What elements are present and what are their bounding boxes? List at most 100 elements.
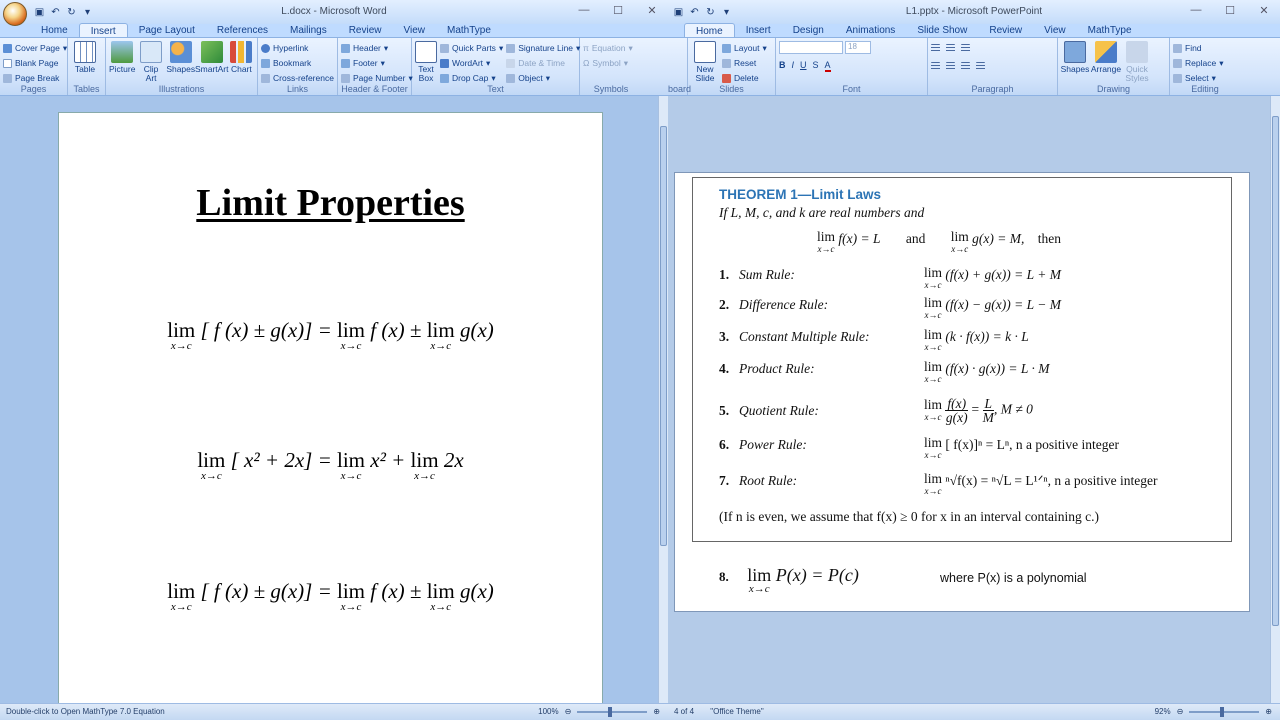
tab-view[interactable]: View bbox=[1033, 23, 1077, 38]
find-button[interactable]: Find bbox=[1173, 42, 1223, 55]
group-editing: Find Replace ▾ Select ▾ Editing bbox=[1170, 38, 1240, 95]
tab-page-layout[interactable]: Page Layout bbox=[128, 23, 206, 38]
tab-review[interactable]: Review bbox=[338, 23, 393, 38]
zoom-out-icon[interactable]: ⊖ bbox=[565, 704, 572, 720]
ppt-vertical-scrollbar[interactable] bbox=[1270, 96, 1280, 703]
close-icon[interactable]: ✕ bbox=[1252, 4, 1276, 17]
zoom-out-icon[interactable]: ⊖ bbox=[1177, 704, 1184, 720]
group-symbols: π Equation ▾ Ω Symbol ▾ Symbols bbox=[583, 42, 633, 94]
status-message: Double-click to Open MathType 7.0 Equati… bbox=[6, 707, 165, 716]
header-button[interactable]: Header ▾ bbox=[341, 42, 413, 55]
tab-mathtype[interactable]: MathType bbox=[436, 23, 502, 38]
minimize-icon[interactable]: — bbox=[572, 4, 596, 17]
footer-button[interactable]: Footer ▾ bbox=[341, 57, 413, 70]
slide[interactable]: THEOREM 1—Limit Laws If L, M, c, and k a… bbox=[674, 172, 1250, 612]
arrange-icon bbox=[1095, 41, 1117, 63]
scroll-thumb[interactable] bbox=[660, 126, 667, 546]
zoom-level[interactable]: 92% bbox=[1155, 704, 1171, 720]
tab-design[interactable]: Design bbox=[782, 23, 835, 38]
slide-counter: 4 of 4 bbox=[674, 707, 695, 716]
indent-icon[interactable] bbox=[961, 44, 970, 53]
italic-icon[interactable]: I bbox=[792, 60, 795, 72]
font-size-box[interactable]: 18 bbox=[845, 41, 871, 54]
maximize-icon[interactable]: ☐ bbox=[1218, 4, 1242, 17]
justify-icon[interactable] bbox=[976, 62, 985, 71]
ppt-scroll-thumb[interactable] bbox=[1272, 116, 1279, 626]
zoom-in-icon[interactable]: ⊕ bbox=[1265, 704, 1272, 720]
numbering-icon[interactable] bbox=[946, 44, 955, 53]
word-document-area: Limit Properties lim x→c [ f (x) ± g(x)] … bbox=[0, 96, 658, 703]
strikethrough-icon[interactable]: S bbox=[813, 60, 819, 72]
tab-insert[interactable]: Insert bbox=[735, 23, 782, 38]
ppt-ribbon: board New Slide Layout ▾ Reset Delete Sl… bbox=[668, 37, 1280, 96]
office-button[interactable] bbox=[3, 1, 27, 26]
redo-icon[interactable]: ↻ bbox=[65, 6, 78, 19]
word-statusbar: Double-click to Open MathType 7.0 Equati… bbox=[0, 703, 668, 720]
symbol-button[interactable]: Ω Symbol ▾ bbox=[583, 57, 633, 70]
replace-button[interactable]: Replace ▾ bbox=[1173, 57, 1223, 70]
font-color-icon[interactable]: A bbox=[824, 60, 831, 72]
redo-icon[interactable]: ↻ bbox=[704, 6, 717, 19]
group-text: Text Box Quick Parts ▾ WordArt ▾ Drop Ca… bbox=[412, 38, 580, 95]
ppt-titlebar: ▣ ↶ ↻ ▾ L1.pptx - Microsoft PowerPoint —… bbox=[668, 0, 1280, 24]
bold-icon[interactable]: B bbox=[779, 60, 786, 72]
group-illustrations: Picture Clip Art Shapes SmartArt Chart I… bbox=[106, 38, 258, 95]
tab-slide-show[interactable]: Slide Show bbox=[906, 23, 978, 38]
blank-page-button[interactable]: Blank Page bbox=[3, 57, 67, 70]
reset-button[interactable]: Reset bbox=[722, 57, 767, 70]
tab-mailings[interactable]: Mailings bbox=[279, 23, 338, 38]
tab-review[interactable]: Review bbox=[978, 23, 1033, 38]
tab-mathtype[interactable]: MathType bbox=[1077, 23, 1143, 38]
align-left-icon[interactable] bbox=[931, 62, 940, 71]
save-icon[interactable]: ▣ bbox=[672, 6, 685, 19]
quick-parts-button[interactable]: Quick Parts ▾ bbox=[440, 42, 503, 55]
equation-1[interactable]: lim x→c [ f (x) ± g(x)] = lim x→c f (x) ± … bbox=[59, 318, 602, 352]
date-time-button[interactable]: Date & Time bbox=[506, 57, 580, 70]
underline-icon[interactable]: U bbox=[800, 60, 807, 72]
signature-line-button[interactable]: Signature Line ▾ bbox=[506, 42, 580, 55]
tab-references[interactable]: References bbox=[206, 23, 279, 38]
word-vertical-scrollbar[interactable] bbox=[658, 96, 668, 703]
group-links: Hyperlink Bookmark Cross-reference Links bbox=[258, 38, 338, 95]
equation-3[interactable]: lim x→c [ f (x) ± g(x)] = lim x→c f (x) ± … bbox=[59, 579, 602, 613]
maximize-icon[interactable]: ☐ bbox=[606, 4, 630, 17]
undo-icon[interactable]: ↶ bbox=[49, 6, 62, 19]
font-name-box[interactable] bbox=[779, 41, 843, 54]
layout-button[interactable]: Layout ▾ bbox=[722, 42, 767, 55]
chart-icon bbox=[230, 41, 253, 63]
equation-2[interactable]: lim x→c [ x² + 2x] = lim x→c x² + lim x→c 2… bbox=[59, 448, 602, 482]
align-right-icon[interactable] bbox=[961, 62, 970, 71]
rule-8[interactable]: 8. lim x→c P(x) = P(c) bbox=[719, 565, 859, 595]
quick-access-toolbar: ▣ ↶ ↻ ▾ bbox=[33, 6, 94, 19]
text-box-icon bbox=[415, 41, 437, 63]
wordart-button[interactable]: WordArt ▾ bbox=[440, 57, 503, 70]
save-icon[interactable]: ▣ bbox=[33, 6, 46, 19]
group-tables: Table Tables bbox=[68, 38, 106, 95]
zoom-in-icon[interactable]: ⊕ bbox=[653, 704, 660, 720]
align-center-icon[interactable] bbox=[946, 62, 955, 71]
qat-dropdown-icon[interactable]: ▾ bbox=[81, 6, 94, 19]
new-slide-icon bbox=[694, 41, 716, 63]
qat-dropdown-icon[interactable]: ▾ bbox=[720, 6, 733, 19]
bookmark-button[interactable]: Bookmark bbox=[261, 57, 334, 70]
zoom-slider[interactable] bbox=[577, 707, 648, 717]
zoom-level[interactable]: 100% bbox=[538, 704, 558, 720]
zoom-slider[interactable] bbox=[1189, 707, 1260, 717]
equation-button[interactable]: π Equation ▾ bbox=[583, 42, 633, 55]
hyperlink-button[interactable]: Hyperlink bbox=[261, 42, 334, 55]
tab-insert[interactable]: Insert bbox=[78, 23, 128, 38]
tab-view[interactable]: View bbox=[393, 23, 437, 38]
cover-page-button[interactable]: Cover Page ▾ bbox=[3, 42, 67, 55]
close-icon[interactable]: ✕ bbox=[640, 4, 664, 17]
bullets-icon[interactable] bbox=[931, 44, 940, 53]
theme-name: "Office Theme" bbox=[710, 707, 764, 716]
minimize-icon[interactable]: — bbox=[1184, 4, 1208, 17]
group-slides: New Slide Layout ▾ Reset Delete Slides bbox=[688, 38, 776, 95]
tab-animations[interactable]: Animations bbox=[835, 23, 906, 38]
document-page[interactable]: Limit Properties lim x→c [ f (x) ± g(x)] … bbox=[58, 112, 603, 703]
tab-home[interactable]: Home bbox=[684, 23, 735, 38]
undo-icon[interactable]: ↶ bbox=[688, 6, 701, 19]
tab-home[interactable]: Home bbox=[30, 23, 79, 38]
ppt-ribbon-tabs: Home Insert Design Animations Slide Show… bbox=[668, 22, 1280, 38]
group-drawing: Shapes Arrange Quick Styles Drawing bbox=[1058, 38, 1170, 95]
